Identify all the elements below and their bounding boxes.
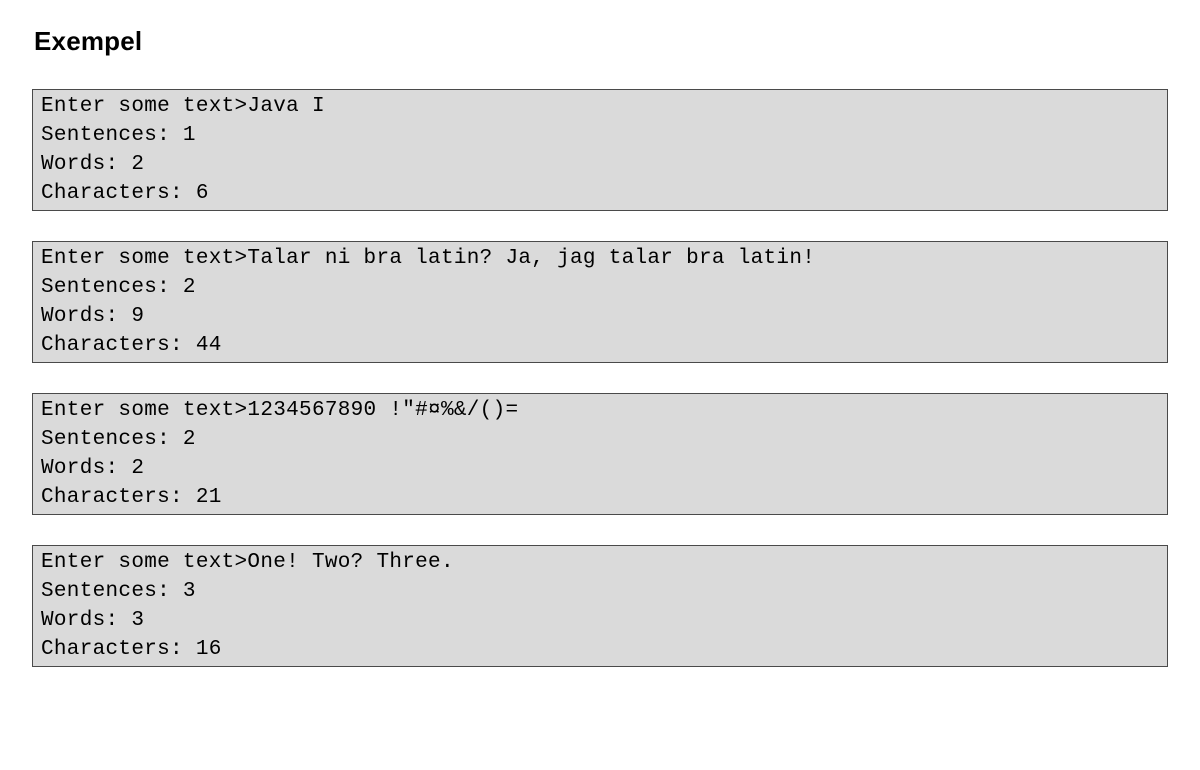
- example-block: Enter some text>Talar ni bra latin? Ja, …: [32, 241, 1168, 363]
- example-block: Enter some text>Java I Sentences: 1 Word…: [32, 89, 1168, 211]
- example-block: Enter some text>One! Two? Three. Sentenc…: [32, 545, 1168, 667]
- section-heading: Exempel: [34, 26, 1168, 57]
- example-block: Enter some text>1234567890 !"#¤%&/()= Se…: [32, 393, 1168, 515]
